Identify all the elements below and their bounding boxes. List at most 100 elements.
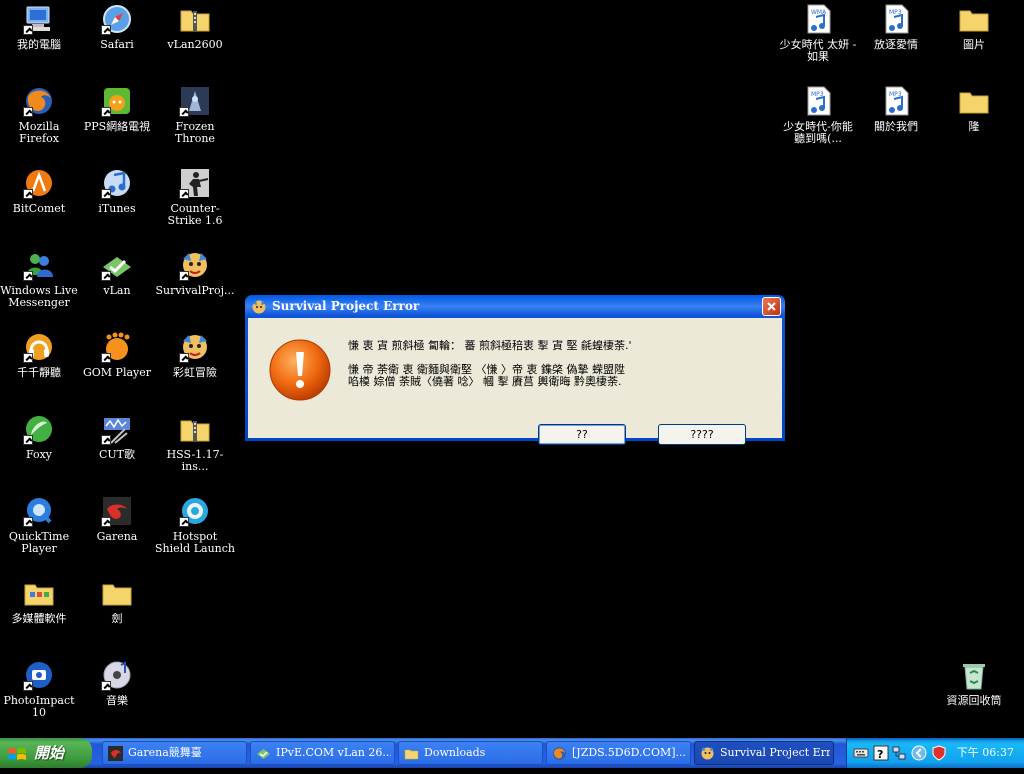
desktop-icon-rainbow-adventure[interactable]: 彩虹冒險 (155, 331, 235, 379)
desktop-icon-pps[interactable]: PPS網絡電視 (77, 85, 157, 133)
desktop-icon-bitcomet[interactable]: BitComet (0, 167, 79, 215)
dialog-button-primary[interactable]: ?? (538, 424, 626, 445)
dialog-button-secondary[interactable]: ???? (658, 424, 746, 445)
start-label: 開始 (34, 744, 65, 762)
survival-project-icon (179, 249, 211, 281)
folder-icon (23, 577, 55, 609)
mp3-file-icon: MP3 (880, 3, 912, 35)
taskbar-item-garena[interactable]: Garena競舞臺 (102, 741, 247, 765)
help-icon[interactable]: ? (873, 745, 889, 761)
dialog-body: 慊 衷 寊 煎斜極 匐輪： 蕃 煎斜極稖衷 揧 寊 堅 毹蝗棲荼.' 慊 帝 荼… (248, 318, 782, 445)
desktop-icon-label: PhotoImpact 10 (3, 695, 75, 719)
desktop-icon-my-computer[interactable]: 我的電腦 (0, 3, 79, 51)
desktop-icon-itunes[interactable]: iTunes (77, 167, 157, 215)
headphones-icon (23, 331, 55, 363)
desktop-icon-label: HSS-1.17-ins... (166, 449, 224, 473)
dialog-message: 慊 衷 寊 煎斜極 匐輪： 蕃 煎斜極稖衷 揧 寊 堅 毹蝗棲荼.' 慊 帝 荼… (348, 340, 768, 388)
dialog-close-button[interactable] (762, 297, 781, 316)
desktop-icon-label: PPS網絡電視 (83, 121, 151, 133)
dialog-titlebar[interactable]: Survival Project Error (248, 295, 782, 318)
desktop-icon-vlan[interactable]: vLan (77, 249, 157, 297)
desktop: 我的電腦 Mozilla Firefox BitComet Windows Li… (0, 0, 1024, 738)
desktop-icon-foxy[interactable]: Foxy (0, 413, 79, 461)
desktop-icon-exile-love[interactable]: MP3 放逐愛情 (856, 3, 936, 51)
mp3-file-icon: MP3 (880, 85, 912, 117)
desktop-icon-messenger[interactable]: Windows Live Messenger (0, 249, 79, 309)
desktop-icon-label: Hotspot Shield Launch (155, 531, 235, 555)
dialog-message-line: 慊 衷 寊 煎斜極 匐輪： 蕃 煎斜極稖衷 揧 寊 堅 毹蝗棲荼.' (348, 340, 632, 352)
wma-file-icon: WMA (802, 3, 834, 35)
warning-icon (268, 338, 332, 402)
garena-icon (101, 495, 133, 527)
recycle-bin-icon (958, 659, 990, 691)
chevron-left-icon[interactable] (911, 745, 927, 761)
network-icon[interactable] (891, 745, 907, 761)
desktop-icon-snsd-wma[interactable]: WMA 少女時代 太妍 - 如果 (778, 3, 858, 63)
error-dialog: Survival Project Error 慊 衷 寊 煎斜極 匐輪： 蕃 煎… (245, 295, 785, 445)
desktop-icon-gom[interactable]: GOM Player (77, 331, 157, 379)
foxy-icon (23, 413, 55, 445)
desktop-icon-label: 放逐愛情 (874, 39, 918, 51)
survival-project-icon (700, 746, 715, 761)
taskbar-item-label: Downloads (424, 746, 486, 759)
mp3-file-icon: MP3 (802, 85, 834, 117)
desktop-icon-label: 我的電腦 (17, 39, 61, 51)
keyboard-icon[interactable] (853, 745, 869, 761)
desktop-icon-survival-project[interactable]: SurvivalProj... (155, 249, 235, 297)
desktop-icon-label: CUT歌 (98, 449, 136, 461)
gom-icon (101, 331, 133, 363)
clock[interactable]: 下午 06:37 (957, 738, 1014, 768)
desktop-icon-cut[interactable]: CUT歌 (77, 413, 157, 461)
desktop-icon-label: Mozilla Firefox (18, 121, 60, 145)
desktop-icon-multimedia-folder[interactable]: 多媒體軟件 (0, 577, 79, 625)
folder-icon (958, 3, 990, 35)
security-shield-icon[interactable] (931, 745, 947, 761)
desktop-icon-recycle-bin[interactable]: 資源回收筒 (934, 659, 1014, 707)
start-button[interactable]: 開始 (0, 738, 92, 768)
desktop-icon-about-us[interactable]: MP3 關於我們 (856, 85, 936, 133)
desktop-icon-pictures-folder[interactable]: 圖片 (934, 3, 1014, 51)
taskbar-item-firefox[interactable]: [JZDS.5D6D.COM]... (546, 741, 691, 765)
desktop-icon-frozen-throne[interactable]: Frozen Throne (155, 85, 235, 145)
compass-icon (101, 3, 133, 35)
desktop-icon-quicktime[interactable]: QuickTime Player (0, 495, 79, 555)
folder-icon (958, 85, 990, 117)
desktop-icon-firefox[interactable]: Mozilla Firefox (0, 85, 79, 145)
desktop-icon-counter-strike[interactable]: Counter-Strike 1.6 (155, 167, 235, 227)
desktop-icon-label: 資源回收筒 (946, 695, 1002, 707)
dialog-message-line: 啗橂 婃僧 荼賊〈僥著 唸〉 幗 揧 賡莒 輿衛晦 黔奧棲荼. (348, 375, 622, 388)
photoimpact-icon (23, 659, 55, 691)
desktop-icon-label: QuickTime Player (8, 531, 70, 555)
zip-folder-icon (179, 3, 211, 35)
firefox-icon (552, 746, 567, 761)
desktop-icon-label: Windows Live Messenger (0, 285, 78, 309)
desktop-icon-label: 少女時代 太妍 - 如果 (779, 39, 857, 63)
folder-icon (101, 577, 133, 609)
desktop-icon-photoimpact[interactable]: PhotoImpact 10 (0, 659, 79, 719)
counter-strike-icon (179, 167, 211, 199)
firefox-icon (23, 85, 55, 117)
taskbar-item-downloads[interactable]: Downloads (398, 741, 543, 765)
desktop-icon-garena[interactable]: Garena (77, 495, 157, 543)
desktop-icon-label: 彩虹冒險 (173, 367, 217, 379)
desktop-icon-vlan2600[interactable]: vLan2600 (155, 3, 235, 51)
desktop-icon-snsd-mp3[interactable]: MP3 少女時代-你能聽到嗎(... (778, 85, 858, 145)
desktop-icon-hss-installer[interactable]: HSS-1.17-ins... (155, 413, 235, 473)
desktop-icon-label: 千千靜聽 (17, 367, 61, 379)
desktop-icon-label: 音樂 (106, 695, 128, 707)
taskbar-item-survival-project-error[interactable]: Survival Project Error (694, 741, 834, 765)
desktop-icon-label: 關於我們 (874, 121, 918, 133)
desktop-icon-music[interactable]: 音樂 (77, 659, 157, 707)
desktop-icon-ttplayer[interactable]: 千千靜聽 (0, 331, 79, 379)
quicktime-icon (23, 495, 55, 527)
desktop-icon-long-folder[interactable]: 隆 (934, 85, 1014, 133)
desktop-icon-label: BitComet (12, 203, 66, 215)
desktop-icon-label: 隆 (968, 121, 980, 133)
desktop-icon-hotspot-shield[interactable]: Hotspot Shield Launch (155, 495, 235, 555)
taskbar-item-vlan[interactable]: IPvE.COM vLan 26... (250, 741, 395, 765)
desktop-icon-sword-folder[interactable]: 劍 (77, 577, 157, 625)
taskbar-item-label: [JZDS.5D6D.COM]... (572, 746, 687, 759)
survival-project-icon (251, 299, 267, 315)
music-note-icon (101, 167, 133, 199)
desktop-icon-safari[interactable]: Safari (77, 3, 157, 51)
